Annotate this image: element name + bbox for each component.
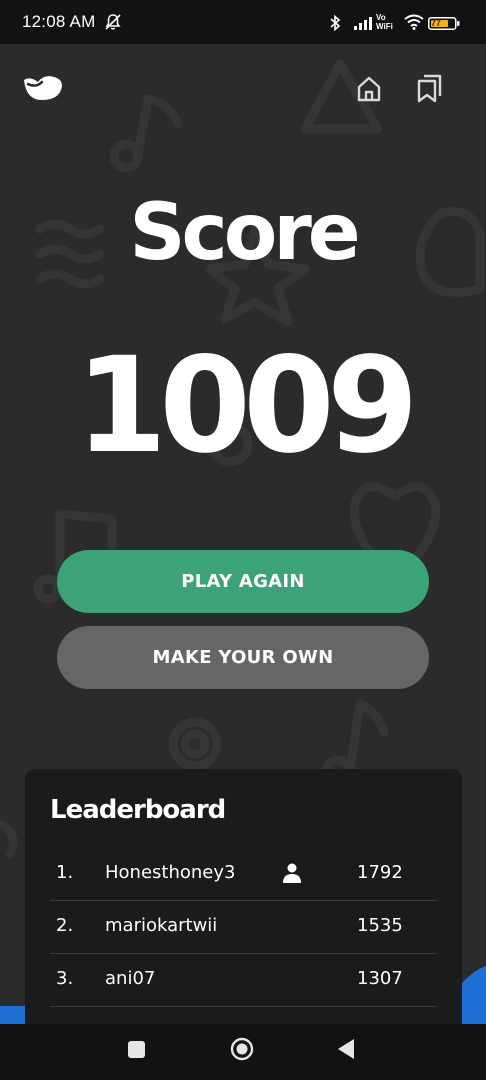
home-icon[interactable] [354,74,384,104]
score-title: Score [129,188,360,278]
leaderboard-score: 1792 [357,862,403,883]
back-icon[interactable] [337,1038,355,1060]
vowifi-bottom: WiFi [376,22,393,31]
leaderboard-name: ani07 [105,968,156,989]
bluetooth-icon [330,14,341,32]
leaderboard-row[interactable]: 3. ani07 1307 [50,954,437,1007]
bell-off-icon [105,14,121,30]
current-user-icon [283,863,301,883]
leaderboard-row[interactable]: 1. Honesthoney3 1792 [50,848,437,901]
navigation-bar [0,1024,486,1080]
leaderboard-rank: 2. [56,915,74,936]
leaderboard-name: mariokartwii [105,915,218,936]
bookmark-icon[interactable] [414,72,446,104]
logo-icon[interactable] [22,74,64,102]
play-again-button[interactable]: PLAY AGAIN [57,550,429,613]
score-value: 1009 [75,329,418,483]
leaderboard-score: 1307 [357,968,403,989]
leaderboard-row[interactable]: 2. mariokartwii 1535 [50,901,437,954]
leaderboard-panel: Leaderboard 1. Honesthoney3 1792 2. mari… [25,769,462,1029]
make-your-own-button[interactable]: MAKE YOUR OWN [57,626,429,689]
vowifi-label: Vo WiFi [376,13,393,31]
battery-icon: 77 [428,17,460,30]
signal-icon [354,17,372,30]
status-bar: 12:08 AM Vo WiFi 77 [0,0,486,44]
leaderboard-title: Leaderboard [50,795,226,825]
status-time: 12:08 AM [22,12,96,31]
battery-level: 77 [431,18,442,28]
home-nav-icon[interactable] [230,1037,254,1061]
leaderboard-name: Honesthoney3 [105,862,236,883]
leaderboard-score: 1535 [357,915,403,936]
vowifi-top: Vo [376,13,386,22]
recents-icon[interactable] [128,1041,145,1058]
leaderboard-rank: 3. [56,968,74,989]
blue-accent-left [0,1006,26,1024]
wifi-icon [404,14,424,30]
leaderboard-rank: 1. [56,862,74,883]
